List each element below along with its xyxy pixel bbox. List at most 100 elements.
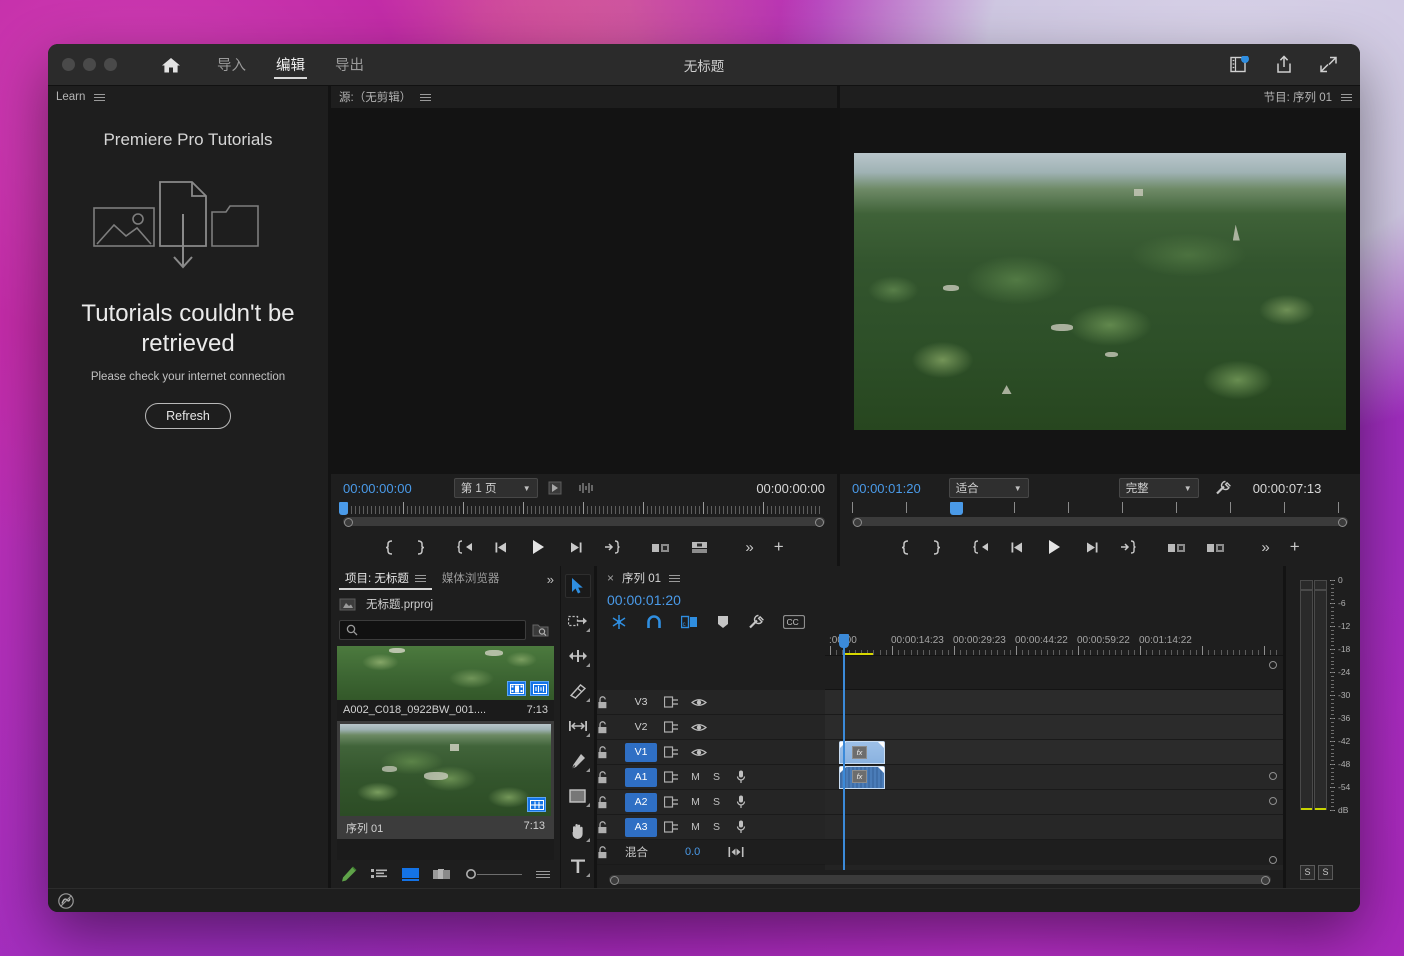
go-to-out-button[interactable] bbox=[1119, 540, 1137, 554]
creative-cloud-icon[interactable] bbox=[58, 892, 74, 909]
sync-icon[interactable] bbox=[657, 795, 685, 809]
mic-icon[interactable] bbox=[727, 795, 755, 809]
closed-captions-icon[interactable]: CC bbox=[783, 615, 805, 629]
find-button[interactable] bbox=[532, 622, 552, 639]
overwrite-button[interactable] bbox=[690, 540, 709, 555]
timeline-clip-video[interactable]: fx bbox=[839, 741, 885, 764]
eye-icon[interactable] bbox=[685, 722, 713, 733]
sync-icon[interactable] bbox=[657, 720, 685, 734]
meter-clip-indicator-right[interactable] bbox=[1314, 580, 1327, 590]
track-lane-a2[interactable] bbox=[825, 790, 1283, 815]
step-back-button[interactable] bbox=[494, 541, 511, 554]
timeline-clip-audio[interactable]: fx bbox=[839, 766, 885, 789]
sync-icon[interactable] bbox=[657, 695, 685, 709]
track-name-a1[interactable]: A1 bbox=[625, 767, 657, 787]
go-to-in-button[interactable] bbox=[456, 540, 474, 554]
timeline-playhead-timecode[interactable]: 00:00:01:20 bbox=[607, 592, 681, 608]
track-select-forward-tool[interactable] bbox=[565, 609, 591, 633]
source-audio-waveform-icon[interactable] bbox=[578, 482, 595, 494]
play-button[interactable] bbox=[531, 539, 546, 555]
project-footer-menu-icon[interactable] bbox=[536, 869, 550, 880]
mark-in-button[interactable] bbox=[900, 539, 911, 555]
timeline-ruler[interactable]: :00:0000:00:14:2300:00:29:2300:00:44:220… bbox=[825, 634, 1283, 656]
timeline-horizontal-scrollbar[interactable] bbox=[597, 870, 1283, 888]
hand-tool[interactable] bbox=[565, 819, 591, 843]
freeform-view-icon[interactable] bbox=[433, 868, 451, 881]
track-name-v1[interactable]: V1 bbox=[625, 742, 657, 762]
home-icon[interactable] bbox=[161, 56, 181, 74]
audio-meter-display[interactable]: 0 -6 -12 -18 -24 -30 -36 -42 -48 -54 dB bbox=[1286, 566, 1360, 856]
source-monitor-menu-icon[interactable] bbox=[420, 92, 432, 103]
project-tabs-overflow-button[interactable]: » bbox=[547, 572, 554, 590]
mute-button-a3[interactable]: M bbox=[685, 821, 706, 833]
source-monitor-stage[interactable] bbox=[331, 108, 837, 474]
add-marker-icon[interactable] bbox=[717, 615, 729, 629]
maximize-window-button[interactable] bbox=[104, 58, 117, 71]
lock-icon[interactable] bbox=[597, 745, 625, 759]
lock-icon[interactable] bbox=[597, 845, 625, 859]
list-view-icon[interactable] bbox=[371, 868, 388, 880]
source-page-select[interactable]: 第 1 页 ▼ bbox=[453, 478, 538, 498]
nested-sequence-icon[interactable] bbox=[611, 614, 627, 630]
source-scrubber[interactable] bbox=[331, 502, 837, 528]
sequence-thumbnail[interactable] bbox=[340, 724, 551, 816]
fullscreen-icon[interactable] bbox=[1319, 55, 1338, 74]
solo-button-a3[interactable]: S bbox=[706, 821, 727, 833]
go-to-out-button[interactable] bbox=[603, 540, 621, 554]
rectangle-tool[interactable] bbox=[565, 784, 591, 808]
tab-edit[interactable]: 编辑 bbox=[274, 44, 307, 86]
project-bin-list[interactable]: A002_C018_0922BW_001.... 7:13 序列 01 7:13 bbox=[337, 646, 554, 860]
meter-clip-indicator-left[interactable] bbox=[1300, 580, 1313, 590]
progress-panel-icon[interactable] bbox=[1230, 56, 1249, 73]
track-lane-v1[interactable]: fx bbox=[825, 740, 1283, 765]
program-overflow-button[interactable]: » bbox=[1261, 539, 1269, 556]
sync-icon[interactable] bbox=[657, 770, 685, 784]
razor-tool[interactable] bbox=[565, 679, 591, 703]
mute-button-a2[interactable]: M bbox=[685, 796, 706, 808]
snap-icon[interactable] bbox=[646, 614, 662, 630]
track-header-a1[interactable]: A1 M S bbox=[597, 765, 825, 790]
source-duration-timecode[interactable]: 00:00:00:00 bbox=[756, 481, 825, 496]
new-item-pencil-icon[interactable] bbox=[341, 866, 357, 882]
program-monitor-stage[interactable] bbox=[840, 108, 1360, 474]
track-lane-v3[interactable] bbox=[825, 690, 1283, 715]
mark-in-button[interactable] bbox=[384, 539, 395, 555]
step-forward-button[interactable] bbox=[1082, 541, 1099, 554]
close-icon[interactable]: × bbox=[607, 571, 614, 585]
track-lane-a1[interactable]: fx bbox=[825, 765, 1283, 790]
mic-icon[interactable] bbox=[727, 770, 755, 784]
program-current-timecode[interactable]: 00:00:01:20 bbox=[852, 481, 921, 496]
meter-solo-left-button[interactable]: S bbox=[1300, 864, 1315, 880]
program-fit-select[interactable]: 适合 ▼ bbox=[948, 478, 1029, 498]
slip-tool[interactable] bbox=[565, 714, 591, 738]
timeline-panel-menu-icon[interactable] bbox=[669, 573, 681, 584]
lock-icon[interactable] bbox=[597, 820, 625, 834]
eye-icon[interactable] bbox=[685, 697, 713, 708]
clip-thumbnail[interactable] bbox=[337, 646, 554, 700]
close-window-button[interactable] bbox=[62, 58, 75, 71]
mark-out-button[interactable] bbox=[931, 539, 942, 555]
timeline-resize-handle-a1[interactable] bbox=[1269, 797, 1277, 805]
list-item[interactable]: 序列 01 7:13 bbox=[337, 721, 554, 839]
linked-selection-icon[interactable]: c bbox=[681, 615, 698, 630]
track-header-a2[interactable]: A2 M S bbox=[597, 790, 825, 815]
tab-project[interactable]: 项目: 无标题 bbox=[337, 570, 434, 590]
tab-export[interactable]: 导出 bbox=[333, 44, 366, 86]
program-scrubber[interactable] bbox=[840, 502, 1360, 528]
source-overflow-button[interactable]: » bbox=[745, 539, 753, 556]
refresh-button[interactable]: Refresh bbox=[145, 403, 231, 429]
timeline-resize-handle-top[interactable] bbox=[1269, 661, 1277, 669]
minimize-window-button[interactable] bbox=[83, 58, 96, 71]
timeline-resize-handle-v1[interactable] bbox=[1269, 772, 1277, 780]
step-back-button[interactable] bbox=[1010, 541, 1027, 554]
meter-solo-right-button[interactable]: S bbox=[1318, 864, 1333, 880]
lift-button[interactable] bbox=[1167, 540, 1186, 555]
timeline-resize-handle-bottom[interactable] bbox=[1269, 856, 1277, 864]
mic-icon[interactable] bbox=[727, 820, 755, 834]
track-header-v1[interactable]: V1 bbox=[597, 740, 825, 765]
share-icon[interactable] bbox=[1275, 55, 1293, 74]
track-header-v2[interactable]: V2 bbox=[597, 715, 825, 740]
type-tool[interactable] bbox=[565, 854, 591, 878]
source-current-timecode[interactable]: 00:00:00:00 bbox=[343, 481, 412, 496]
search-input[interactable] bbox=[339, 620, 526, 640]
